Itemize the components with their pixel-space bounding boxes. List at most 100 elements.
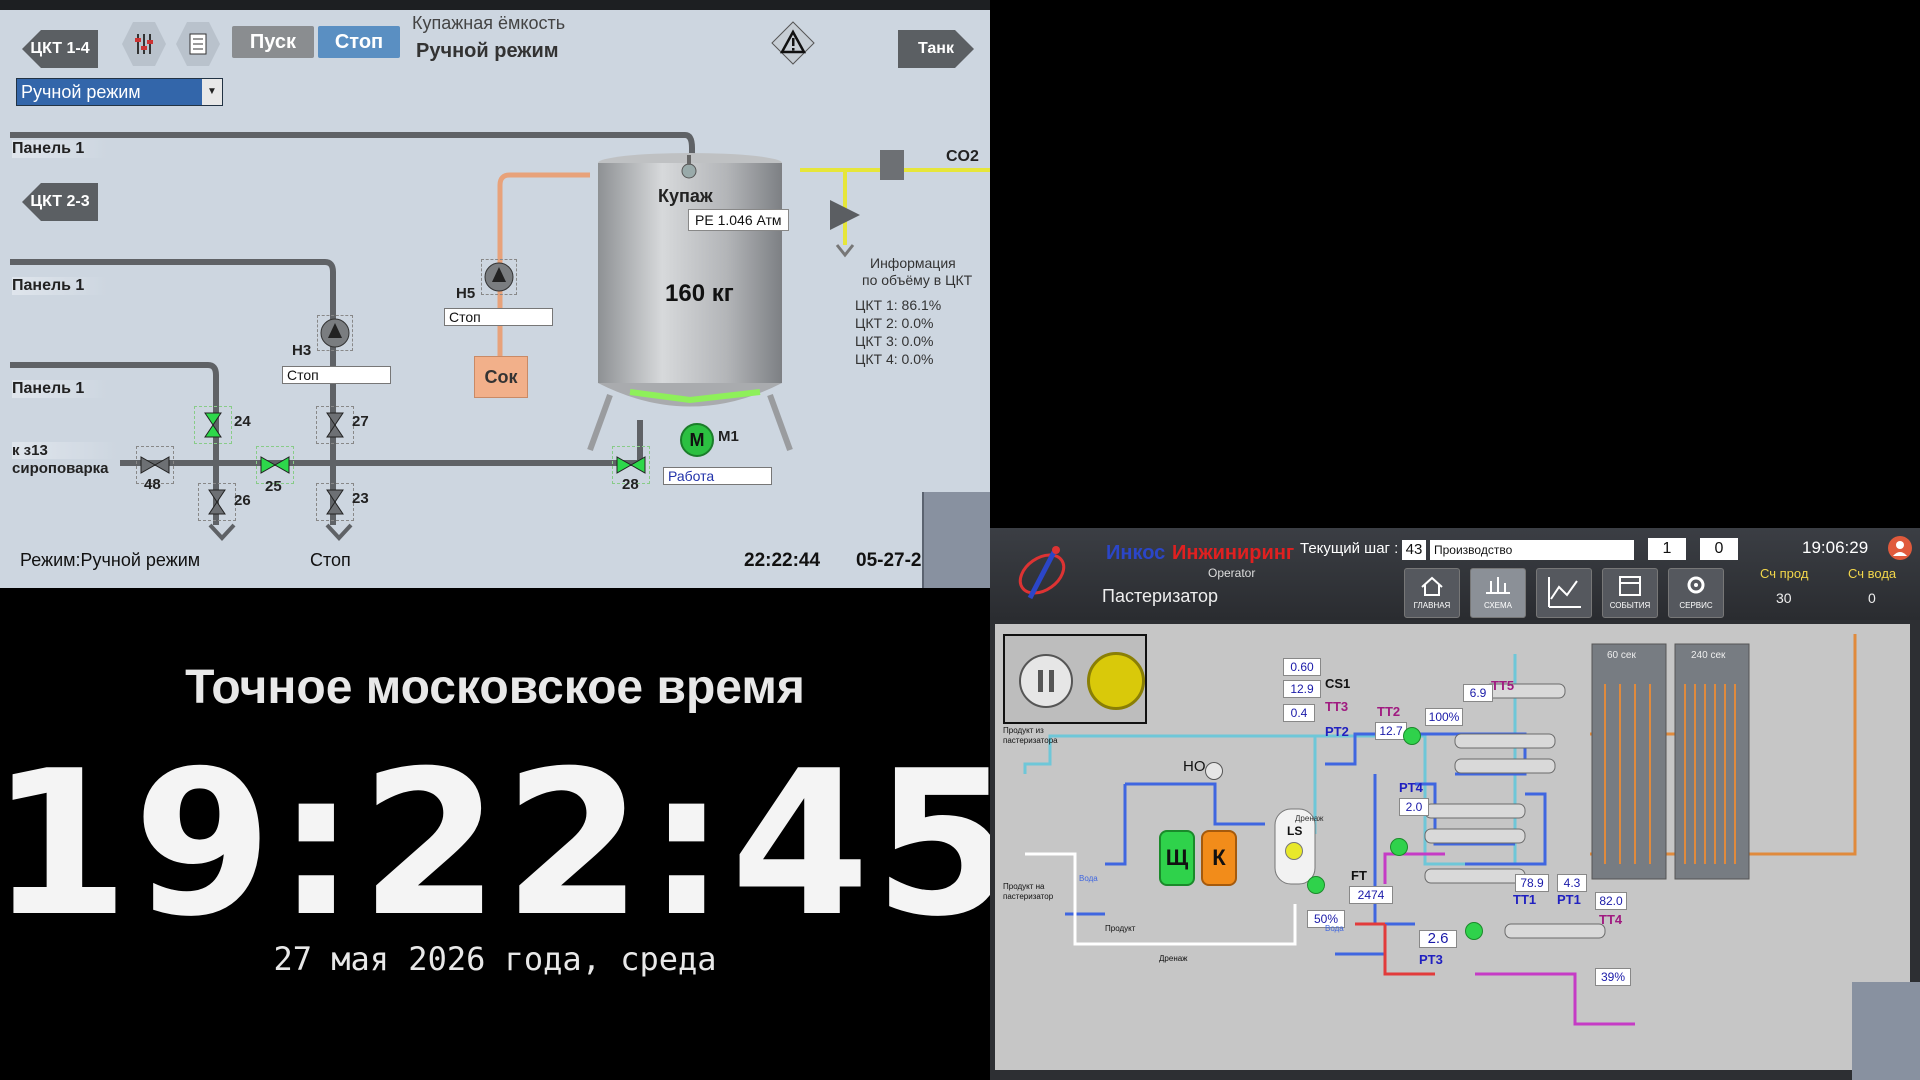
pump-h5-label: Н5	[456, 285, 476, 302]
info-list: ЦКТ 1: 86.1% ЦКТ 2: 0.0% ЦКТ 3: 0.0% ЦКТ…	[855, 296, 941, 368]
timer-240: 240 сек	[1691, 650, 1726, 661]
alkali-tank[interactable]: Щ	[1159, 830, 1195, 886]
value-tt4: 82.0	[1595, 892, 1627, 910]
info-row: ЦКТ 2: 0.0%	[855, 314, 941, 332]
tag-tt5: TT5	[1491, 678, 1515, 693]
info-row: ЦКТ 3: 0.0%	[855, 332, 941, 350]
motor-icon[interactable]: M	[680, 423, 714, 457]
operator-role: Operator	[1208, 566, 1256, 580]
blending-tank-scada-panel: ЦКТ 1-4 ЦКТ 2-3 Танк Пуск Стоп Купажная …	[0, 0, 990, 588]
water-label: Вода	[1079, 874, 1098, 883]
pause-icon[interactable]	[1019, 654, 1073, 708]
ho-label: НО	[1183, 758, 1206, 775]
pasteurizer-schema: Продукт из пастеризатора Продукт на паст…	[995, 624, 1910, 1070]
panel-label-2: Панель 1	[12, 277, 107, 295]
step-value: 43	[1402, 540, 1426, 560]
acid-tank[interactable]: К	[1201, 830, 1237, 886]
valve-24[interactable]	[194, 406, 232, 444]
level-sensor-icon	[1285, 842, 1303, 860]
pump-h3-label: Н3	[292, 342, 312, 359]
step-name: Производство	[1430, 540, 1634, 560]
mode-select[interactable]: Ручной режим ▼	[16, 78, 223, 106]
product-from-label: Продукт из пастеризатора	[1003, 726, 1058, 745]
nav-service-label: СЕРВИС	[1679, 601, 1713, 610]
valve-24-label: 24	[234, 413, 251, 430]
info-row-value: 86.1%	[901, 297, 942, 313]
info-row: ЦКТ 1: 86.1%	[855, 296, 941, 314]
valve-26[interactable]	[198, 483, 236, 521]
clock-date: 27 мая 2026 года, среда	[273, 940, 717, 978]
pump-h5-status: Стоп	[444, 308, 553, 326]
tag-tt4: TT4	[1599, 912, 1623, 927]
tag-tt1: TT1	[1513, 892, 1537, 907]
valve-23-label: 23	[352, 490, 369, 507]
tag-tt2: TT2	[1377, 704, 1401, 719]
info-row-name: ЦКТ 2:	[855, 315, 898, 331]
nav-events-label: СОБЫТИЯ	[1609, 601, 1651, 610]
drain-label-2: Дренаж	[1295, 814, 1324, 823]
pump-p4-icon[interactable]	[1403, 727, 1421, 745]
motor-label: M1	[718, 428, 739, 445]
stop-button[interactable]: Стоп	[318, 26, 400, 58]
pump-p5-icon[interactable]	[1205, 762, 1223, 780]
value-tt3: 12.9	[1283, 680, 1321, 698]
ls-label: LS	[1287, 824, 1303, 838]
nav-events-button[interactable]: СОБЫТИЯ	[1602, 568, 1658, 618]
nav-schema-button[interactable]: СХЕМА	[1470, 568, 1526, 618]
chevron-down-icon[interactable]: ▼	[202, 79, 222, 105]
product-label: Продукт	[1105, 924, 1136, 933]
info-row-value: 0.0%	[901, 315, 934, 331]
counter-b: 0	[1700, 538, 1738, 560]
info-row-name: ЦКТ 3:	[855, 333, 898, 349]
pump-p2-icon[interactable]	[1390, 838, 1408, 856]
start-button[interactable]: Пуск	[232, 26, 314, 58]
start-lamp-icon[interactable]	[1087, 652, 1145, 710]
timer-60: 60 сек	[1607, 650, 1636, 661]
control-box	[1003, 634, 1147, 724]
nav-service-button[interactable]: СЕРВИС	[1668, 568, 1724, 618]
pump-p3-icon[interactable]	[1465, 922, 1483, 940]
k313-label-2: сироповарка	[12, 460, 109, 477]
company-name: Инжиниринг	[1172, 542, 1295, 564]
tag-ft: FT	[1351, 868, 1367, 883]
tag-pt3: PT3	[1419, 952, 1443, 967]
valve-27-label: 27	[352, 413, 369, 430]
nav-home-button[interactable]: ГЛАВНАЯ	[1404, 568, 1460, 618]
water-label-2: Вода	[1325, 924, 1344, 933]
pump-p1-icon[interactable]	[1307, 876, 1325, 894]
tag-pt4: PT4	[1399, 780, 1423, 795]
clock-title: Точное московское время	[185, 661, 805, 714]
user-icon[interactable]	[1888, 536, 1912, 560]
k313-label-1: к з13	[12, 442, 117, 459]
nav-trends-button[interactable]	[1536, 568, 1592, 618]
co2-label: CO2	[946, 148, 979, 165]
value-pt3: 2.6	[1419, 930, 1457, 948]
value-steam-percent: 39%	[1595, 968, 1631, 986]
product-to-label: Продукт на пастеризатор	[1003, 882, 1054, 901]
counter-a: 1	[1648, 538, 1686, 560]
motor-status: Работа	[663, 467, 772, 485]
status-state: Стоп	[310, 550, 351, 570]
info-row-value: 0.0%	[901, 351, 934, 367]
company-prefix: Инкос	[1106, 542, 1166, 564]
value-ft: 2474	[1349, 886, 1393, 904]
valve-48-label: 48	[144, 476, 161, 493]
panel-title: Купажная ёмкость	[412, 13, 566, 33]
info-row-value: 0.0%	[901, 333, 934, 349]
juice-button[interactable]: Сок	[474, 356, 528, 398]
tank-weight: 160 кг	[665, 280, 734, 307]
value-tt5: 6.9	[1463, 684, 1493, 702]
valve-23[interactable]	[316, 483, 354, 521]
pump-h3[interactable]	[317, 315, 353, 351]
valve-27[interactable]	[316, 406, 354, 444]
info-title-2: по объёму в ЦКТ	[862, 272, 973, 288]
value-pt4: 2.0	[1399, 798, 1429, 816]
status-mode: Режим:Ручной режим	[20, 550, 201, 570]
tag-pt2: PT2	[1325, 724, 1349, 739]
pressure-value: PE 1.046 Атм	[688, 209, 789, 231]
warning-icon[interactable]	[770, 20, 816, 66]
corner-block	[922, 492, 990, 588]
pump-h5[interactable]	[481, 259, 517, 295]
counter-water: 0	[1868, 590, 1876, 606]
drain-label: Дренаж	[1159, 954, 1188, 963]
